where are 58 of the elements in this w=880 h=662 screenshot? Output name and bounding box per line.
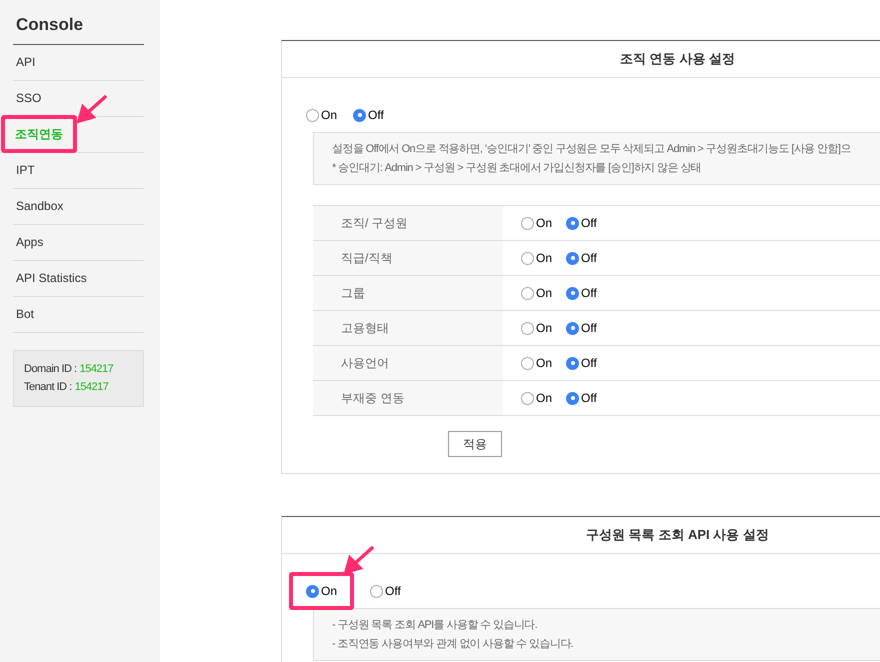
radio-option[interactable]: On <box>306 582 338 600</box>
radio-option[interactable]: On <box>521 284 552 302</box>
radio-button[interactable] <box>566 252 580 264</box>
radio-button[interactable] <box>566 356 580 370</box>
info-value: 154217 <box>74 380 108 395</box>
row-label: 그룹 <box>313 276 503 310</box>
radio-option[interactable]: Off <box>353 106 384 124</box>
radio-option[interactable]: On <box>521 354 552 372</box>
radio-button[interactable] <box>521 216 534 230</box>
radio-button[interactable] <box>370 584 384 598</box>
nav-item[interactable]: Sandbox <box>13 191 66 221</box>
nav-item[interactable]: Bot <box>13 299 38 329</box>
row-label: 고용형태 <box>313 311 503 345</box>
radio-button[interactable] <box>566 216 580 230</box>
row-label: 사용언어 <box>313 346 503 380</box>
radio-option[interactable]: On <box>521 319 552 337</box>
row-label: 부재중 연동 <box>313 381 503 415</box>
notice-text: - 구성원 목록 조회 API를 사용할 수 있습니다. <box>332 618 538 633</box>
radio-option[interactable]: Off <box>566 319 597 337</box>
radio-button[interactable] <box>306 108 319 122</box>
panel-title: 조직 연동 사용 설정 <box>282 41 880 78</box>
row-label: 조직/ 구성원 <box>313 206 503 240</box>
nav-item[interactable]: API <box>13 47 38 77</box>
radio-option[interactable]: Off <box>566 249 597 267</box>
radio-button[interactable] <box>306 584 319 598</box>
annotation-arrow-icon <box>77 94 107 124</box>
radio-button[interactable] <box>566 322 580 334</box>
radio-option[interactable]: Off <box>566 284 597 302</box>
radio-option[interactable]: On <box>521 249 552 267</box>
nav-item[interactable]: IPT <box>13 155 38 185</box>
radio-button[interactable] <box>353 108 366 122</box>
sidebar-title: Console <box>13 12 144 44</box>
radio-option[interactable]: Off <box>566 389 597 407</box>
radio-button[interactable] <box>566 286 580 300</box>
notice-text: - 조직연동 사용여부와 관계 없이 사용할 수 있습니다. <box>332 637 574 652</box>
panel-title: 구성원 목록 조회 API 사용 설정 <box>282 517 880 554</box>
radio-button[interactable] <box>521 252 534 264</box>
radio-button[interactable] <box>521 356 534 370</box>
row-label: 직급/직책 <box>313 241 503 275</box>
radio-option[interactable]: Off <box>370 582 401 600</box>
info-label: Tenant ID : <box>24 380 72 395</box>
radio-option[interactable]: On <box>306 106 338 124</box>
nav-item[interactable]: SSO <box>13 83 44 113</box>
radio-option[interactable]: Off <box>566 354 597 372</box>
notice-text: * 승인대기: Admin > 구성원 > 구성원 초대에서 가입신청자를 [승인]하지 않은 상태 <box>332 161 702 176</box>
radio-button[interactable] <box>521 392 534 404</box>
radio-button[interactable] <box>521 322 534 334</box>
info-value: 154217 <box>80 362 114 376</box>
nav-item[interactable]: API Statistics <box>13 263 90 293</box>
radio-option[interactable]: Off <box>566 214 597 232</box>
radio-button[interactable] <box>566 392 580 404</box>
notice-text: 설정을 Off에서 On으로 적용하면, ‘승인대기’ 중인 구성원은 모두 삭제되고 Admin > 구성원초대기능도 [사용 안함]으 <box>332 142 852 157</box>
radio-option[interactable]: On <box>521 389 552 407</box>
radio-button[interactable] <box>521 286 534 300</box>
apply-button[interactable]: 적용 <box>448 431 502 457</box>
nav-item[interactable]: Apps <box>13 227 46 257</box>
radio-option[interactable]: On <box>521 214 552 232</box>
info-label: Domain ID : <box>24 362 77 376</box>
